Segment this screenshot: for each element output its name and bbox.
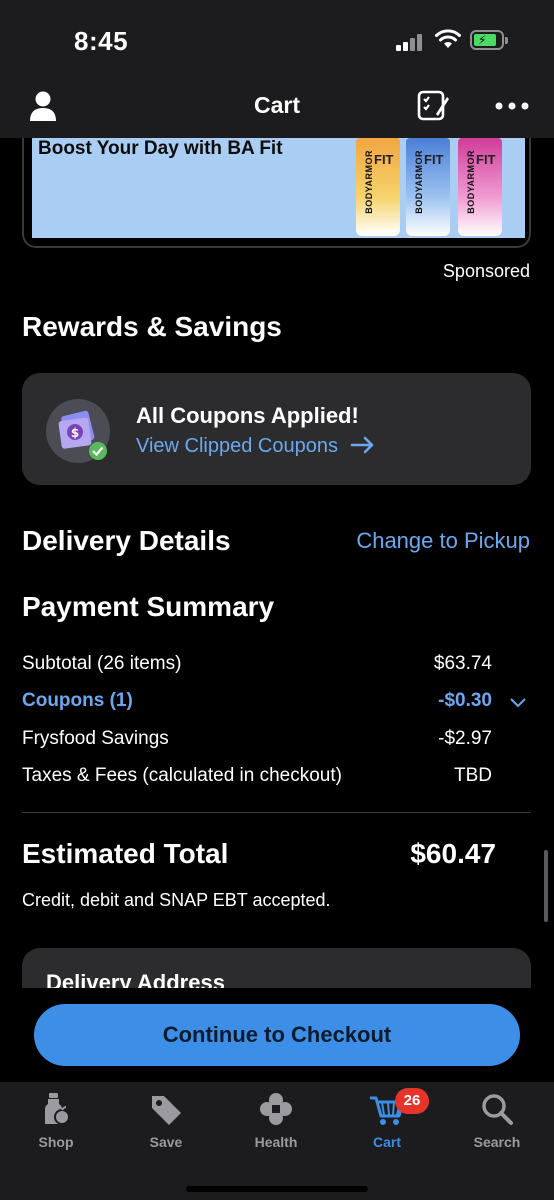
tab-save[interactable]: Save xyxy=(126,1092,206,1150)
tab-bar: Shop Save Health 26 Cart Search xyxy=(0,1082,554,1200)
checkout-bar: Continue to Checkout xyxy=(0,988,554,1082)
coupons-value: -$0.30 xyxy=(438,690,492,711)
estimated-total-label: Estimated Total xyxy=(22,838,229,869)
banner-headline: Boost Your Day with BA Fit xyxy=(38,138,283,159)
taxes-value: TBD xyxy=(454,765,492,786)
rewards-heading: Rewards & Savings xyxy=(22,311,282,342)
coupon-card[interactable]: $ All Coupons Applied! View Clipped Coup… xyxy=(22,373,531,485)
subtotal-value: $63.74 xyxy=(433,653,492,674)
savings-label: Frysfood Savings xyxy=(22,728,169,749)
taxes-label: Taxes & Fees (calculated in checkout) xyxy=(22,765,342,786)
product-can-orange: BODYARMOR FIT xyxy=(356,138,400,236)
sponsored-banner[interactable]: Boost Your Day with BA Fit BODYARMOR FIT … xyxy=(22,138,531,248)
tab-shop[interactable]: Shop xyxy=(16,1092,96,1150)
subtotal-label: Subtotal (26 items) xyxy=(22,653,182,674)
chevron-down-icon[interactable] xyxy=(509,695,527,709)
coupons-label: Coupons (1) xyxy=(22,690,133,711)
delivery-heading: Delivery Details xyxy=(22,525,231,556)
payment-summary-heading: Payment Summary xyxy=(22,591,275,622)
status-time: 8:45 xyxy=(74,26,129,56)
svg-text:$: $ xyxy=(71,426,79,440)
coupon-icon: $ xyxy=(46,399,110,463)
scrollbar[interactable] xyxy=(544,850,548,922)
status-bar: 8:45 ⚡ xyxy=(0,0,554,88)
product-can-pink: BODYARMOR FIT xyxy=(458,138,502,236)
edit-list-icon[interactable] xyxy=(416,88,450,122)
arrow-right-icon xyxy=(350,436,373,454)
page-title: Cart xyxy=(253,92,300,118)
tab-cart-label: Cart xyxy=(372,1134,401,1150)
search-icon xyxy=(482,1094,513,1125)
shop-icon xyxy=(45,1093,70,1125)
tab-health[interactable]: Health xyxy=(236,1092,316,1150)
wifi-icon xyxy=(435,29,461,48)
tag-icon xyxy=(152,1096,181,1125)
view-clipped-coupons-label: View Clipped Coupons xyxy=(136,435,338,457)
tab-cart[interactable]: 26 Cart xyxy=(347,1088,429,1150)
banner-image: Boost Your Day with BA Fit BODYARMOR FIT … xyxy=(32,138,525,238)
coupon-title: All Coupons Applied! xyxy=(136,403,359,428)
cart-count-badge: 26 xyxy=(395,1088,429,1114)
tab-health-label: Health xyxy=(254,1134,298,1150)
payment-methods-note: Credit, debit and SNAP EBT accepted. xyxy=(22,890,331,910)
summary-divider xyxy=(22,812,531,813)
more-options-icon[interactable] xyxy=(494,96,530,116)
home-indicator xyxy=(186,1186,368,1192)
tab-search[interactable]: Search xyxy=(457,1092,537,1150)
change-to-pickup-link[interactable]: Change to Pickup xyxy=(356,528,530,554)
product-can-blue: BODYARMOR FIT xyxy=(406,138,450,236)
tab-search-label: Search xyxy=(473,1134,521,1150)
tab-shop-label: Shop xyxy=(38,1134,74,1150)
sponsored-label: Sponsored xyxy=(442,261,530,281)
estimated-total-value: $60.47 xyxy=(410,838,496,869)
health-icon xyxy=(260,1093,292,1125)
savings-value: -$2.97 xyxy=(438,728,492,749)
battery-icon: ⚡ xyxy=(470,30,508,50)
cellular-signal-icon xyxy=(396,33,426,51)
continue-to-checkout-button[interactable]: Continue to Checkout xyxy=(34,1004,520,1066)
nav-bar: Cart xyxy=(0,88,554,138)
view-clipped-coupons-link[interactable]: View Clipped Coupons xyxy=(136,435,376,458)
tab-save-label: Save xyxy=(149,1134,183,1150)
